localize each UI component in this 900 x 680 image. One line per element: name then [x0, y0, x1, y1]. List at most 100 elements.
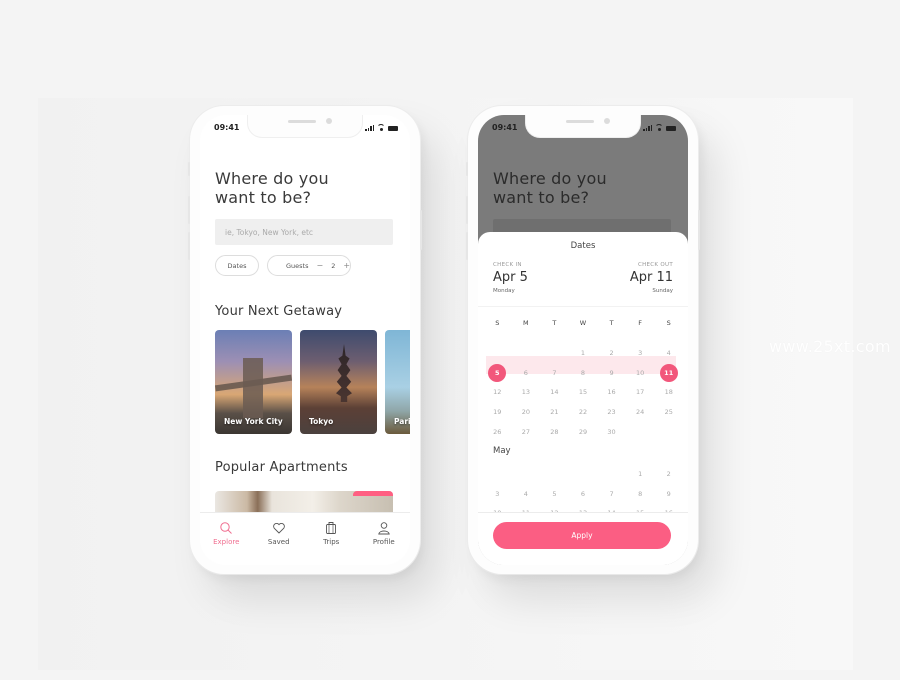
power-button: [698, 210, 700, 250]
calendar-day[interactable]: 19: [483, 402, 512, 422]
calendar-day[interactable]: 29: [569, 422, 598, 442]
guests-value: 2: [331, 261, 336, 270]
calendar-empty-cell: [569, 464, 598, 484]
wifi-icon: [377, 124, 385, 131]
day-number: 18: [664, 388, 673, 397]
day-number: 11: [659, 363, 678, 382]
day-number: 19: [493, 408, 502, 417]
tab-saved[interactable]: Saved: [255, 521, 303, 565]
calendar-day-check-in[interactable]: 5: [483, 363, 512, 383]
calendar-day[interactable]: 9: [654, 484, 683, 504]
weekday-label: M: [523, 319, 529, 327]
volume-up-button: [188, 196, 190, 224]
dates-screen: Where do you want to be? 09:41 Dates CHE…: [478, 115, 688, 565]
mute-switch: [466, 162, 468, 176]
calendar-day[interactable]: 7: [597, 484, 626, 504]
calendar-day[interactable]: 8: [569, 363, 598, 383]
calendar-day[interactable]: 28: [540, 422, 569, 442]
day-number: 9: [666, 489, 671, 498]
destination-carousel[interactable]: New York City Tokyo Paris: [215, 330, 410, 434]
destination-card-paris[interactable]: Paris: [385, 330, 410, 434]
calendar-day[interactable]: 4: [512, 484, 541, 504]
calendar-day[interactable]: 24: [626, 402, 655, 422]
tab-trips[interactable]: Trips: [307, 521, 355, 565]
calendar-day[interactable]: 9: [597, 363, 626, 383]
day-number: 23: [607, 408, 616, 417]
calendar-day[interactable]: 14: [540, 383, 569, 403]
check-in-label: CHECK IN: [493, 262, 522, 268]
tab-profile[interactable]: Profile: [360, 521, 408, 565]
calendar-day[interactable]: 3: [626, 343, 655, 363]
calendar-day[interactable]: 25: [654, 402, 683, 422]
calendar-day[interactable]: 7: [540, 363, 569, 383]
dates-filter-label: Dates: [227, 261, 247, 270]
calendar-day[interactable]: 2: [597, 343, 626, 363]
apply-button[interactable]: Apply: [493, 522, 671, 549]
calendar-day[interactable]: 6: [569, 484, 598, 504]
dates-filter-button[interactable]: Dates: [215, 255, 259, 276]
check-out-day: Sunday: [652, 288, 673, 294]
calendar-day[interactable]: 2: [654, 464, 683, 484]
day-number: 5: [552, 489, 557, 498]
calendar-day[interactable]: 5: [540, 484, 569, 504]
calendar-day[interactable]: 10: [626, 363, 655, 383]
tab-explore[interactable]: Explore: [202, 521, 250, 565]
calendar-day[interactable]: 3: [483, 484, 512, 504]
check-in-date[interactable]: Apr 5: [493, 270, 528, 285]
day-number: 1: [638, 469, 643, 478]
day-number: 7: [609, 489, 614, 498]
calendar-day-check-out[interactable]: 11: [654, 363, 683, 383]
calendar-day[interactable]: 16: [597, 383, 626, 403]
calendar-day[interactable]: 12: [483, 383, 512, 403]
calendar-day[interactable]: 6: [512, 363, 541, 383]
day-number: 4: [523, 489, 528, 498]
calendar-empty-cell: [512, 464, 541, 484]
calendar-day[interactable]: 27: [512, 422, 541, 442]
signal-icon: [365, 124, 374, 131]
backdrop: [38, 98, 853, 670]
day-number: 17: [635, 388, 645, 397]
day-number: 25: [664, 408, 673, 417]
calendar-day[interactable]: 26: [483, 422, 512, 442]
day-number: 28: [550, 428, 559, 437]
calendar-day[interactable]: 17: [626, 383, 655, 403]
calendar-day[interactable]: 13: [512, 383, 541, 403]
calendar-day[interactable]: 30: [597, 422, 626, 442]
page-title: Where do you want to be?: [215, 169, 329, 207]
battery-icon: [388, 126, 398, 131]
check-out-date[interactable]: Apr 11: [630, 270, 673, 285]
mute-switch: [188, 162, 190, 176]
battery-icon: [666, 126, 676, 131]
calendar-day[interactable]: 22: [569, 402, 598, 422]
weekday-label: T: [552, 319, 557, 327]
guests-stepper[interactable]: Guests − 2 +: [267, 255, 351, 276]
weekday-label: F: [638, 319, 642, 327]
weekday-label: S: [666, 319, 671, 327]
status-time: 09:41: [214, 123, 240, 132]
calendar-empty-cell: [597, 464, 626, 484]
calendar-day[interactable]: 18: [654, 383, 683, 403]
calendar-day[interactable]: 23: [597, 402, 626, 422]
guests-increment-button[interactable]: +: [343, 261, 350, 270]
calendar-day[interactable]: 1: [626, 464, 655, 484]
destination-card-new-york[interactable]: New York City: [215, 330, 292, 434]
day-number: 13: [521, 388, 530, 397]
weekday-label: S: [495, 319, 500, 327]
guests-decrement-button[interactable]: −: [316, 261, 323, 270]
check-out-label: CHECK OUT: [637, 262, 673, 268]
calendar-day[interactable]: 8: [626, 484, 655, 504]
calendar-day[interactable]: 4: [654, 343, 683, 363]
bottom-tab-bar: Explore Saved Trips Profile: [200, 512, 410, 565]
calendar-empty-cell: [540, 343, 569, 363]
title-line-1: Where do you: [215, 169, 329, 188]
calendar-day[interactable]: 1: [569, 343, 598, 363]
phone-dates: Where do you want to be? 09:41 Dates CHE…: [466, 106, 700, 574]
tab-label: Trips: [323, 538, 340, 546]
destination-name: Paris: [394, 417, 410, 426]
calendar-day[interactable]: 21: [540, 402, 569, 422]
destination-card-tokyo[interactable]: Tokyo: [300, 330, 377, 434]
notch: [526, 115, 640, 137]
destination-search-input[interactable]: ie, Tokyo, New York, etc: [215, 219, 393, 245]
calendar-day[interactable]: 15: [569, 383, 598, 403]
calendar-day[interactable]: 20: [512, 402, 541, 422]
